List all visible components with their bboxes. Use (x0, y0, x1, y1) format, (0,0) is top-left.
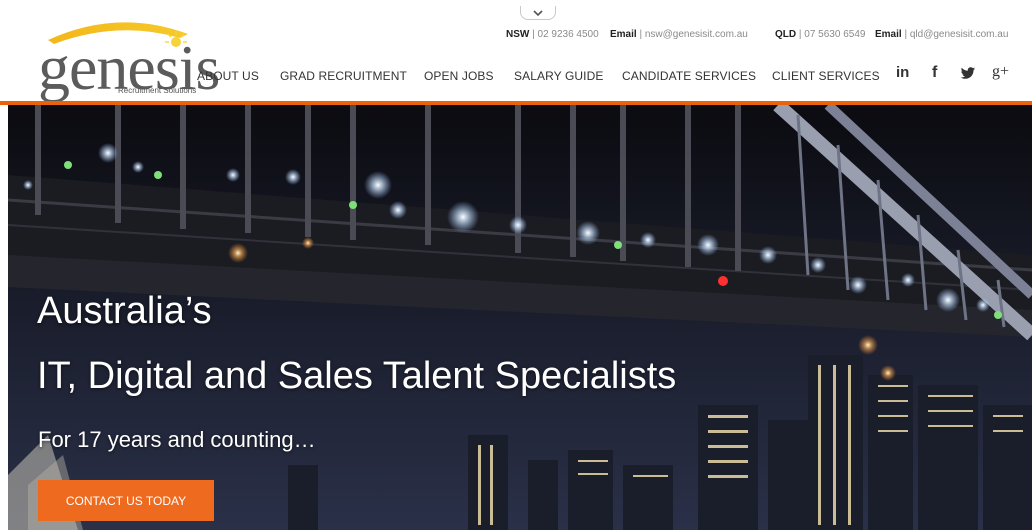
qld-phone[interactable]: | 07 5630 6549 (799, 29, 866, 40)
qld-email-label: Email (875, 29, 902, 40)
nav-item-about-us[interactable]: ABOUT US (197, 69, 259, 83)
qld-email-group: Email | qld@genesisit.com.au (875, 29, 1008, 40)
contact-us-button[interactable]: CONTACT US TODAY (38, 480, 214, 521)
nsw-email-link[interactable]: | nsw@genesisit.com.au (639, 29, 747, 40)
twitter-icon[interactable] (960, 67, 982, 87)
main-nav: ABOUT US GRAD RECRUITMENT OPEN JOBS SALA… (0, 69, 1032, 85)
facebook-glyph: f (932, 64, 938, 81)
nav-item-salary-guide[interactable]: SALARY GUIDE (514, 69, 603, 83)
twitter-bird-icon (960, 67, 976, 79)
qld-email-link[interactable]: | qld@genesisit.com.au (904, 29, 1008, 40)
nsw-phone[interactable]: | 02 9236 4500 (532, 29, 599, 40)
nsw-label: NSW (506, 29, 530, 40)
nav-item-grad-recruitment[interactable]: GRAD RECRUITMENT (280, 69, 407, 83)
hero-banner: Australia’s IT, Digital and Sales Talent… (8, 105, 1032, 530)
nav-item-open-jobs[interactable]: OPEN JOBS (424, 69, 494, 83)
nav-item-candidate-services[interactable]: CANDIDATE SERVICES (622, 69, 756, 83)
nsw-email-group: Email | nsw@genesisit.com.au (610, 29, 748, 40)
hero-text: Australia’s IT, Digital and Sales Talent… (8, 105, 1032, 530)
qld-contact: QLD | 07 5630 6549 (775, 29, 865, 40)
nsw-contact: NSW | 02 9236 4500 (506, 29, 599, 40)
linkedin-glyph: in (896, 64, 910, 81)
site-header: NSW | 02 9236 4500 Email | nsw@genesisit… (0, 0, 1032, 105)
hero-subheading: For 17 years and counting… (38, 427, 316, 452)
nav-item-client-services[interactable]: CLIENT SERVICES (772, 69, 880, 83)
hero-heading-line1: Australia’s (37, 290, 212, 332)
header-toggle-tab[interactable] (520, 6, 556, 20)
qld-label: QLD (775, 29, 797, 40)
facebook-icon[interactable]: f (932, 64, 946, 84)
chevron-down-icon (533, 9, 543, 16)
google-plus-icon[interactable]: g+ (992, 63, 1014, 83)
hero-heading-line2: IT, Digital and Sales Talent Specialists (37, 355, 677, 397)
google-plus-glyph: g+ (992, 63, 1010, 80)
linkedin-icon[interactable]: in (896, 64, 916, 84)
nsw-email-label: Email (610, 29, 637, 40)
genesis-logo[interactable]: genesis Recruitment Solutions (38, 14, 220, 100)
logo-tagline: Recruitment Solutions (118, 86, 197, 95)
